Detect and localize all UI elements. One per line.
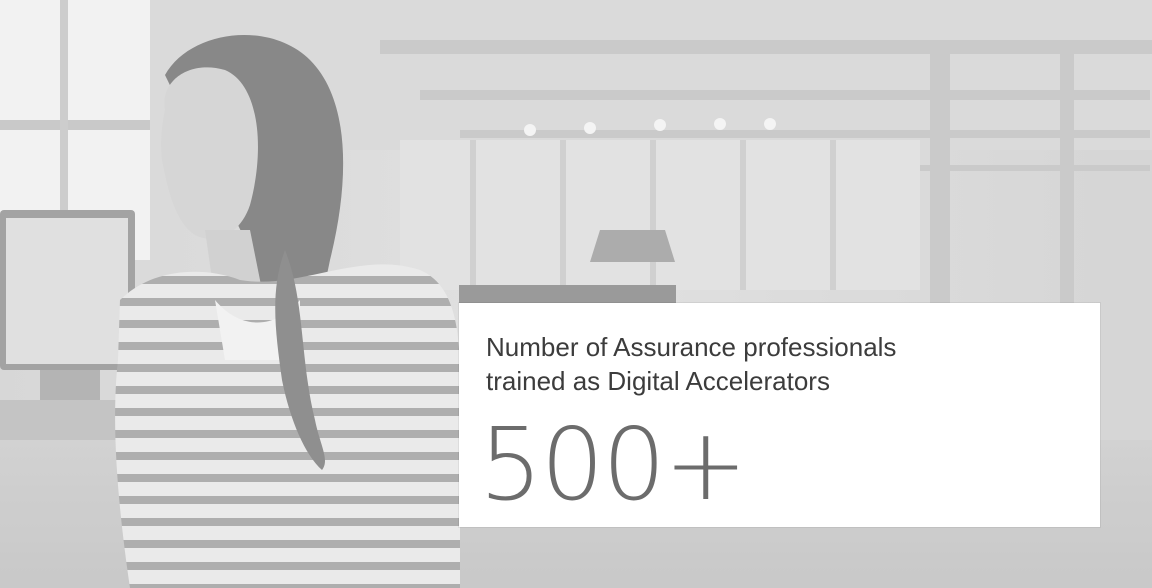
stat-label: Number of Assurance professionals traine… bbox=[486, 330, 1076, 398]
accent-bar bbox=[459, 285, 676, 303]
stat-label-line1: Number of Assurance professionals bbox=[486, 332, 897, 362]
stat-value: 500+ bbox=[479, 406, 748, 523]
stat-label-line2: trained as Digital Accelerators bbox=[486, 366, 830, 396]
